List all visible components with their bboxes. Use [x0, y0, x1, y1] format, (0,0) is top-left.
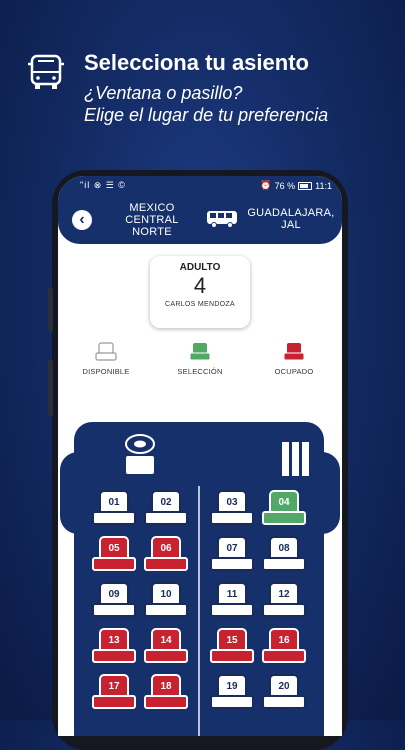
back-button[interactable]: ‹ — [72, 210, 92, 230]
promo-title: Selecciona tu asiento — [84, 50, 309, 75]
bus-icon — [28, 54, 64, 89]
seat-17-ocupado[interactable]: 17 — [92, 674, 136, 714]
status-time: 11:1 — [315, 180, 332, 191]
passenger-card[interactable]: ADULTO 4 CARLOS MENDOZA — [150, 256, 250, 328]
seat-18-ocupado[interactable]: 18 — [144, 674, 188, 714]
origin-terminal: MEXICO CENTRAL NORTE — [125, 202, 179, 238]
status-icons: "il ⊗ ☰ © — [80, 180, 126, 190]
legend-selected: SELECCIÓN — [160, 342, 240, 376]
seat-04-seleccion[interactable]: 04 — [262, 490, 306, 530]
seat-03-disponible[interactable]: 03 — [210, 490, 254, 530]
seat-16-ocupado[interactable]: 16 — [262, 628, 306, 668]
passenger-name: CARLOS MENDOZA — [165, 301, 235, 308]
seat-02-disponible[interactable]: 02 — [144, 490, 188, 530]
seat-09-disponible[interactable]: 09 — [92, 582, 136, 622]
phone-side-button — [48, 360, 53, 416]
steering-wheel-icon — [125, 434, 155, 474]
seat-available-icon — [95, 342, 117, 361]
battery-icon — [298, 181, 313, 190]
seat-19-disponible[interactable]: 19 — [210, 674, 254, 714]
legend-occupied: OCUPADO — [254, 342, 334, 376]
legend-available: DISPONIBLE — [66, 342, 146, 376]
seat-12-disponible[interactable]: 12 — [262, 582, 306, 622]
seat-10-disponible[interactable]: 10 — [144, 582, 188, 622]
legend-available-label: DISPONIBLE — [82, 367, 130, 376]
promo-subtitle: ¿Ventana o pasillo? Elige el lugar de tu… — [84, 82, 328, 126]
battery-percent: 76 % — [274, 180, 296, 191]
seat-20-disponible[interactable]: 20 — [262, 674, 306, 714]
bus-icon — [207, 211, 237, 228]
legend-selected-label: SELECCIÓN — [177, 367, 223, 376]
phone-side-button — [48, 288, 53, 332]
alarm-icon: ⏰ — [260, 180, 272, 190]
promo-subtitle-line2: Elige el lugar de tu preferencia — [84, 105, 329, 125]
door-icon — [282, 442, 309, 476]
passenger-number: 4 — [193, 273, 207, 298]
seat-13-ocupado[interactable]: 13 — [92, 628, 136, 668]
aisle-divider — [198, 486, 200, 736]
seat-06-ocupado[interactable]: 06 — [144, 536, 188, 576]
app-screen: "il ⊗ ☰ © ⏰ 76 % 11:1 ‹ MEXICO CENTRAL N… — [58, 176, 342, 736]
destination-terminal: GUADALAJARA, JAL — [247, 207, 335, 231]
seat-occupied-icon — [283, 343, 305, 361]
seat-14-ocupado[interactable]: 14 — [144, 628, 188, 668]
seat-07-disponible[interactable]: 07 — [210, 536, 254, 576]
seat-11-disponible[interactable]: 11 — [210, 582, 254, 622]
seat-selected-icon — [189, 343, 211, 361]
legend-occupied-label: OCUPADO — [274, 367, 314, 376]
promo-subtitle-line1: ¿Ventana o pasillo? — [84, 83, 243, 103]
seat-01-disponible[interactable]: 01 — [92, 490, 136, 530]
seat-08-disponible[interactable]: 08 — [262, 536, 306, 576]
passenger-type: ADULTO — [179, 262, 221, 273]
status-right: ⏰ 76 % 11:1 — [260, 180, 332, 191]
seat-15-ocupado[interactable]: 15 — [210, 628, 254, 668]
seat-05-ocupado[interactable]: 05 — [92, 536, 136, 576]
trip-header: "il ⊗ ☰ © ⏰ 76 % 11:1 ‹ MEXICO CENTRAL N… — [58, 176, 342, 244]
